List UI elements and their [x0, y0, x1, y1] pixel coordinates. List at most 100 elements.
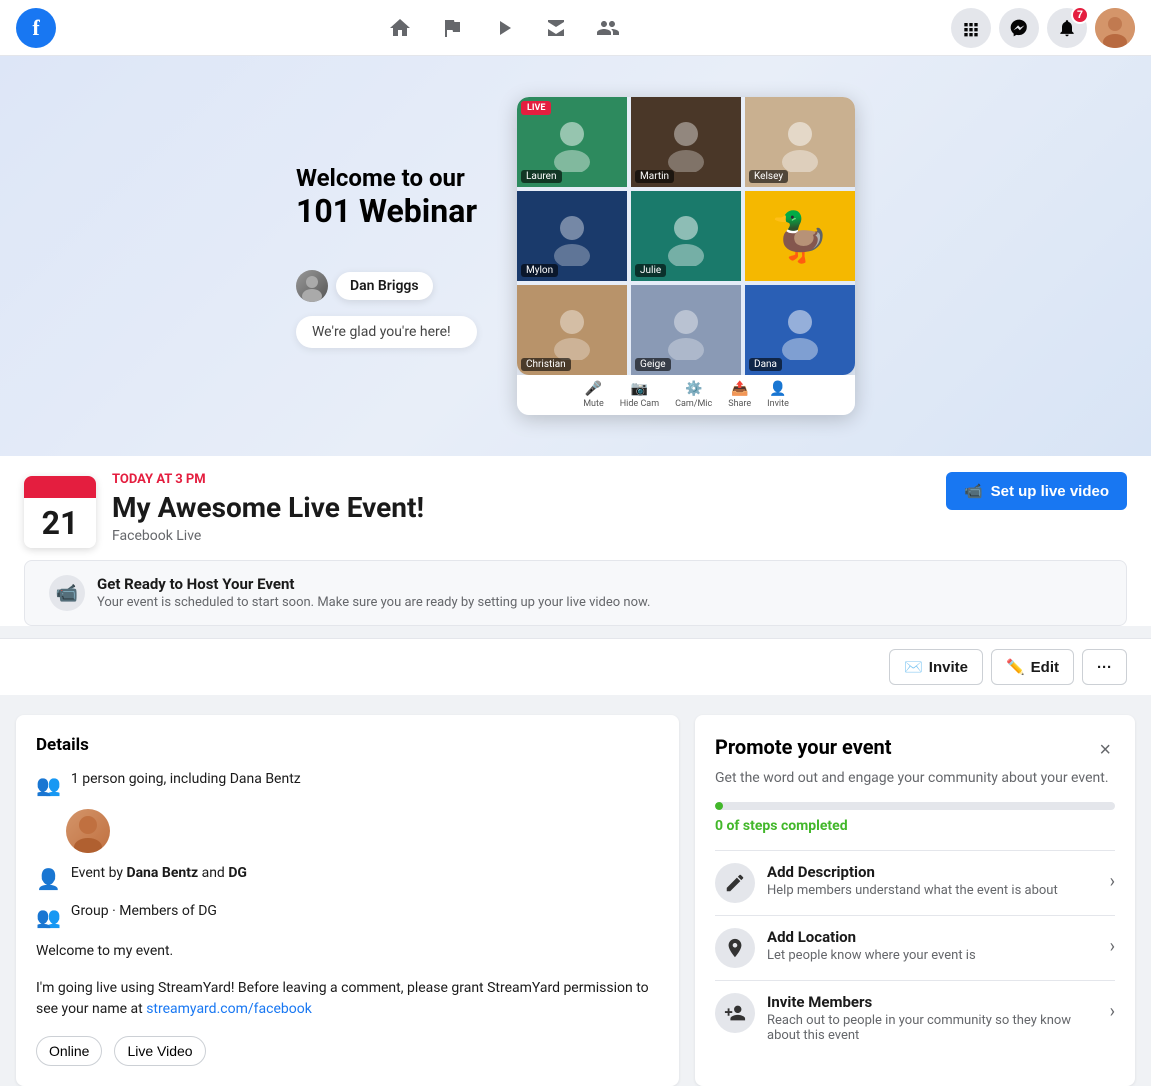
- video-hidecam-btn[interactable]: 📷 Hide Cam: [620, 381, 659, 409]
- participant-name-3: Kelsey: [749, 170, 788, 183]
- people-icon: 👥: [36, 773, 61, 797]
- host-info: Dan Briggs: [296, 270, 477, 302]
- video-camera-icon: 📹: [964, 482, 983, 500]
- event-date-label: TODAY AT 3 PM: [112, 472, 424, 487]
- participant-cell-2: Martin: [631, 97, 741, 187]
- nav-marketplace-button[interactable]: [532, 4, 580, 52]
- participant-name-4: Mylon: [521, 264, 558, 277]
- alert-banner: 📹 Get Ready to Host Your Event Your even…: [24, 560, 1127, 626]
- event-info-section: 21 TODAY AT 3 PM My Awesome Live Event! …: [0, 456, 1151, 626]
- video-grid: LIVE Lauren Martin Kelsey: [517, 97, 855, 375]
- nav-left: f: [16, 8, 56, 48]
- participant-name-8: Geige: [635, 358, 670, 371]
- event-platform: Facebook Live: [112, 528, 424, 544]
- pencil-icon: ✏️: [1006, 658, 1025, 676]
- host-name-bubble: Dan Briggs: [336, 272, 433, 300]
- hosts-text: Event by Dana Bentz and DG: [71, 865, 247, 881]
- nav-watch-button[interactable]: [480, 4, 528, 52]
- nav-flag-button[interactable]: [428, 4, 476, 52]
- progress-label: 0 of steps completed: [715, 818, 1115, 834]
- chevron-right-icon-1: ›: [1110, 871, 1115, 892]
- more-options-button[interactable]: ···: [1082, 649, 1127, 685]
- participant-name-1: Lauren: [521, 170, 561, 183]
- step-description-title: Add Description: [767, 863, 1098, 881]
- participant-cell-6: 🦆: [745, 191, 855, 281]
- details-panel: Details 👥 1 person going, including Dana…: [16, 715, 679, 1086]
- close-promote-button[interactable]: ×: [1095, 735, 1115, 766]
- participant-cell-9: Dana: [745, 285, 855, 375]
- participant-cell-7: Christian: [517, 285, 627, 375]
- video-share-btn[interactable]: 📤 Share: [728, 381, 751, 409]
- attendee-avatar: [66, 809, 110, 853]
- host-avatar: [296, 270, 328, 302]
- nav-notifications-button[interactable]: 7: [1047, 8, 1087, 48]
- facebook-logo[interactable]: f: [16, 8, 56, 48]
- step-description-desc: Help members understand what the event i…: [767, 883, 1098, 898]
- event-description-line1: Welcome to my event.: [36, 941, 659, 962]
- user-avatar[interactable]: [1095, 8, 1135, 48]
- location-icon: [715, 928, 755, 968]
- participant-cell-4: Mylon: [517, 191, 627, 281]
- video-invite-btn[interactable]: 👤 Invite: [767, 381, 789, 409]
- alert-icon: 📹: [49, 575, 85, 611]
- hero-banner: Welcome to our 101 Webinar Dan Briggs We…: [0, 56, 1151, 456]
- description-icon: [715, 863, 755, 903]
- notification-count: 7: [1071, 6, 1089, 24]
- nav-groups-button[interactable]: [584, 4, 632, 52]
- chevron-right-icon-2: ›: [1110, 936, 1115, 957]
- participant-name-7: Christian: [521, 358, 571, 371]
- main-content: Details 👥 1 person going, including Dana…: [0, 695, 1151, 1086]
- hosts-row: 👤 Event by Dana Bentz and DG: [36, 865, 659, 891]
- participant-cell-5: Julie: [631, 191, 741, 281]
- event-title: My Awesome Live Event!: [112, 491, 424, 524]
- event-description-line2: I'm going live using StreamYard! Before …: [36, 978, 659, 1020]
- alert-title: Get Ready to Host Your Event: [97, 575, 650, 593]
- invite-label: Invite: [929, 659, 968, 676]
- svg-text:f: f: [32, 15, 40, 40]
- live-badge: LIVE: [521, 101, 551, 115]
- chevron-right-icon-3: ›: [1110, 1001, 1115, 1022]
- promote-step-location[interactable]: Add Location Let people know where your …: [715, 915, 1115, 980]
- host-greeting: We're glad you're here!: [296, 316, 477, 348]
- action-row: ✉️ Invite ✏️ Edit ···: [0, 638, 1151, 695]
- setup-live-video-button[interactable]: 📹 Set up live video: [946, 472, 1127, 510]
- top-navigation: f 7: [0, 0, 1151, 56]
- attendees-text: 1 person going, including Dana Bentz: [71, 771, 301, 787]
- video-toolbar: 🎤 Mute 📷 Hide Cam ⚙️ Cam/Mic 📤 Share 👤: [517, 375, 855, 415]
- participant-cell-3: Kelsey: [745, 97, 855, 187]
- promote-step-invite[interactable]: Invite Members Reach out to people in yo…: [715, 980, 1115, 1055]
- nav-center: [376, 4, 632, 52]
- participant-cell-8: Geige: [631, 285, 741, 375]
- video-mute-btn[interactable]: 🎤 Mute: [583, 381, 604, 409]
- streamyard-link[interactable]: streamyard.com/facebook: [146, 1001, 312, 1017]
- invite-button[interactable]: ✉️ Invite: [889, 649, 983, 685]
- step-invite-desc: Reach out to people in your community so…: [767, 1013, 1098, 1043]
- group-icon: 👥: [36, 905, 61, 929]
- attendees-row: 👥 1 person going, including Dana Bentz: [36, 771, 659, 797]
- step-location-title: Add Location: [767, 928, 1098, 946]
- hero-text: Welcome to our 101 Webinar Dan Briggs We…: [296, 164, 477, 348]
- details-title: Details: [36, 735, 659, 755]
- promote-title: Promote your event: [715, 735, 892, 759]
- alert-desc: Your event is scheduled to start soon. M…: [97, 595, 650, 610]
- step-location-text: Add Location Let people know where your …: [767, 928, 1098, 963]
- promote-panel: Promote your event × Get the word out an…: [695, 715, 1135, 1086]
- promote-step-description[interactable]: Add Description Help members understand …: [715, 850, 1115, 915]
- edit-button[interactable]: ✏️ Edit: [991, 649, 1074, 685]
- more-label: ···: [1097, 659, 1112, 676]
- step-invite-title: Invite Members: [767, 993, 1098, 1011]
- nav-grid-button[interactable]: [951, 8, 991, 48]
- participant-name-9: Dana: [749, 358, 782, 371]
- step-description-text: Add Description Help members understand …: [767, 863, 1098, 898]
- participant-name-5: Julie: [635, 264, 666, 277]
- progress-bar-fill: [715, 802, 723, 810]
- nav-messenger-button[interactable]: [999, 8, 1039, 48]
- hero-title: 101 Webinar: [296, 192, 477, 230]
- participant-cell-1: LIVE Lauren: [517, 97, 627, 187]
- video-cammic-btn[interactable]: ⚙️ Cam/Mic: [675, 381, 712, 409]
- nav-home-button[interactable]: [376, 4, 424, 52]
- step-invite-text: Invite Members Reach out to people in yo…: [767, 993, 1098, 1043]
- nav-right: 7: [951, 8, 1135, 48]
- progress-bar-container: [715, 802, 1115, 810]
- attendee-avatar-section: [66, 809, 659, 853]
